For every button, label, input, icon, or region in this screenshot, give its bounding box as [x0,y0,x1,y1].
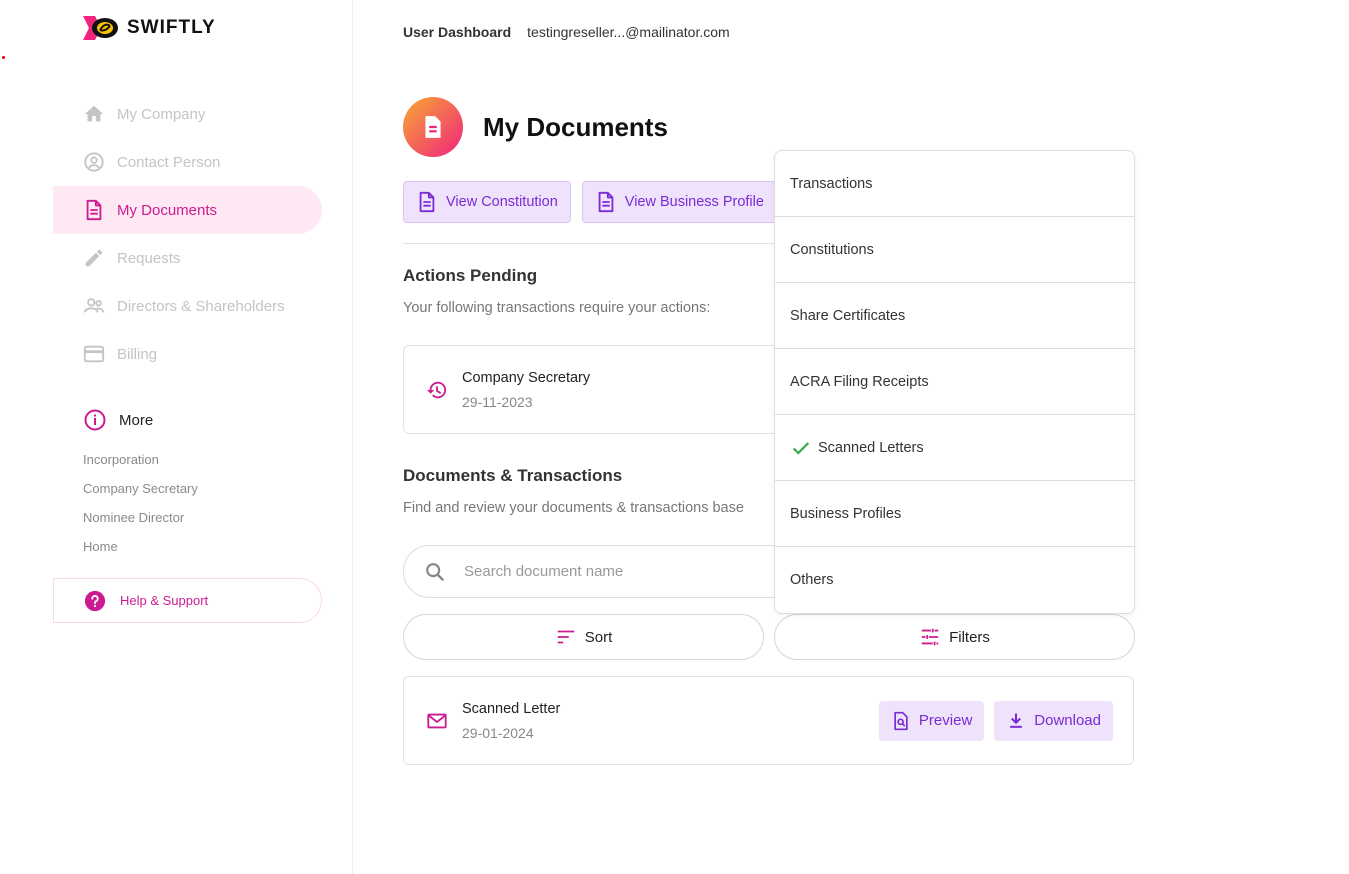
sidebar-item-contact-person[interactable]: Contact Person [53,138,322,186]
document-icon [419,191,435,213]
quick-actions: View Constitution View Business Profile [403,181,777,223]
filter-option-acra-filing-receipts[interactable]: ACRA Filing Receipts [775,349,1134,415]
page-header: My Documents [403,97,668,157]
link-incorporation[interactable]: Incorporation [83,452,198,481]
filters-label: Filters [949,628,990,646]
sidebar-item-billing[interactable]: Billing [53,330,322,378]
sidebar-item-label: Requests [117,249,181,267]
link-nominee-director[interactable]: Nominee Director [83,510,198,539]
help-icon [84,590,106,611]
filter-option-label: Constitutions [790,241,874,258]
sidebar-item-my-documents[interactable]: My Documents [53,186,322,234]
link-home[interactable]: Home [83,539,198,568]
brand-logo[interactable]: SWIFTLY [83,16,216,40]
sort-label: Sort [584,628,613,646]
filter-option-label: Business Profiles [790,505,902,522]
filter-option-others[interactable]: Others [775,547,1134,613]
download-icon [1010,713,1023,728]
document-title: Scanned Letter [462,700,561,717]
account-circle-icon [84,152,104,172]
filter-option-scanned-letters[interactable]: Scanned Letters [775,415,1134,481]
document-icon [598,191,614,213]
download-button[interactable]: Download [994,700,1113,741]
link-company-secretary[interactable]: Company Secretary [83,481,198,510]
sidebar: SWIFTLY My Company Contact Person My Doc… [0,0,353,874]
preview-label: Preview [918,712,973,729]
sidebar-nav: My Company Contact Person My Documents R… [53,90,322,378]
filter-option-constitutions[interactable]: Constitutions [775,217,1134,283]
sidebar-item-my-company[interactable]: My Company [53,90,322,138]
filter-dropdown: Transactions Constitutions Share Certifi… [774,150,1135,614]
page-title: My Documents [483,111,668,142]
sidebar-item-label: Directors & Shareholders [117,297,285,315]
document-date: 29-01-2024 [462,724,534,741]
view-constitution-button[interactable]: View Constitution [403,181,571,223]
document-row[interactable]: Scanned Letter 29-01-2024 Preview Downlo… [403,676,1134,765]
brand-name: SWIFTLY [127,17,216,38]
sidebar-item-label: Billing [117,345,158,363]
search-placeholder: Search document name [464,563,624,580]
sidebar-item-directors-shareholders[interactable]: Directors & Shareholders [53,282,322,330]
tune-icon [921,628,939,646]
filter-option-business-profiles[interactable]: Business Profiles [775,481,1134,547]
filters-button[interactable]: Filters [774,614,1135,660]
filter-option-transactions[interactable]: Transactions [775,151,1134,217]
filter-option-label: Transactions [790,175,873,192]
sort-button[interactable]: Sort [403,614,764,660]
preview-icon [894,711,908,730]
info-icon [84,409,106,431]
pending-action-title: Company Secretary [462,369,591,386]
view-constitution-label: View Constitution [446,194,558,210]
filter-option-label: Share Certificates [790,307,906,324]
home-icon [84,105,104,122]
filter-option-label: ACRA Filing Receipts [790,373,929,390]
documents-title: Documents & Transactions [403,466,623,485]
credit-card-icon [83,345,105,363]
sidebar-item-label: My Company [117,105,206,123]
search-icon [426,562,445,581]
pencil-icon [85,249,103,267]
view-business-profile-button[interactable]: View Business Profile [581,181,777,223]
user-email: testingreseller...@mailinator.com [527,24,730,40]
filter-option-share-certificates[interactable]: Share Certificates [775,283,1134,349]
actions-pending-title: Actions Pending [403,266,538,285]
more-label: More [119,411,154,429]
sidebar-item-label: My Documents [117,201,218,219]
pending-action-date: 29-11-2023 [462,393,533,410]
sidebar-item-requests[interactable]: Requests [53,234,322,282]
dashboard-label: User Dashboard [403,24,512,40]
sidebar-item-label: Contact Person [117,153,221,171]
preview-button[interactable]: Preview [878,700,985,741]
view-business-profile-label: View Business Profile [624,194,764,210]
documents-badge [403,97,463,157]
document-icon [86,199,102,221]
download-label: Download [1034,712,1101,729]
filter-option-label: Others [790,572,834,588]
check-icon [792,441,810,455]
swiftly-logo-icon [83,16,118,40]
topbar: User Dashboard testingreseller...@mailin… [403,24,730,40]
mail-icon [427,713,447,728]
history-icon [426,381,447,398]
sort-icon [557,630,574,644]
more-section-header: More [83,408,153,432]
people-icon [83,298,105,313]
indicator-dot [2,56,5,59]
help-support-button[interactable]: Help & Support [53,578,322,623]
document-icon [425,116,441,138]
more-links: Incorporation Company Secretary Nominee … [83,452,198,568]
help-support-label: Help & Support [120,593,209,608]
filter-option-label: Scanned Letters [818,439,924,456]
actions-pending-description: Your following transactions require your… [403,300,711,316]
documents-description: Find and review your documents & transac… [403,500,744,516]
